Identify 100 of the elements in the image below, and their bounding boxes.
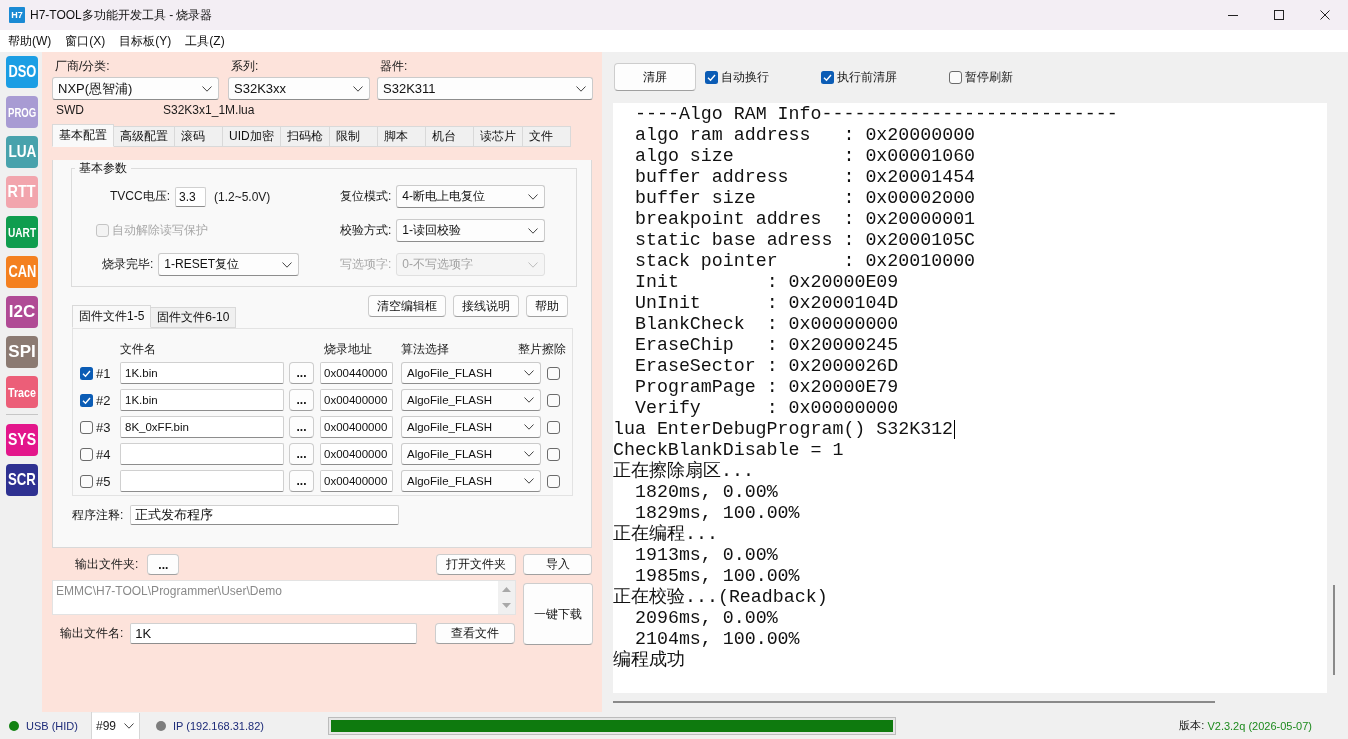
tab[interactable]: 限制 — [329, 126, 378, 147]
checkbox[interactable] — [821, 70, 834, 84]
voltage-field[interactable]: 3.3 — [175, 186, 206, 207]
tab[interactable]: 扫码枪 — [280, 126, 330, 147]
version-text: V2.3.2q (2026-05-07) — [1207, 719, 1312, 732]
checkbox[interactable] — [705, 70, 718, 84]
checkbox[interactable] — [547, 366, 560, 380]
checkbox[interactable] — [80, 393, 93, 407]
browse-button[interactable]: ... — [289, 362, 314, 384]
address-field[interactable]: 0x00400000 — [320, 389, 393, 411]
checkbox-label: 执行前清屏 — [837, 68, 897, 86]
console-line: static base adress : 0x2000105C — [635, 230, 976, 251]
scrollbar-thumb[interactable] — [613, 701, 1215, 703]
tab[interactable]: 文件 — [522, 126, 571, 147]
interface-label: SWD — [56, 102, 84, 118]
action-button[interactable]: 接线说明 — [453, 295, 519, 317]
view-file-button[interactable]: 查看文件 — [435, 622, 516, 644]
tab[interactable]: 基本配置 — [52, 124, 114, 147]
action-button[interactable]: 帮助 — [526, 295, 568, 317]
console-line: algo size : 0x00001060 — [635, 146, 976, 167]
browse-button[interactable]: ... — [289, 389, 314, 411]
action-button[interactable]: 清空编辑框 — [368, 295, 446, 317]
dropdown[interactable]: 1-读回校验 — [396, 219, 546, 242]
filename-field[interactable]: 1K — [130, 622, 418, 644]
console-line: 2096ms, 0.00% — [635, 608, 778, 629]
port-dropdown[interactable]: #99 — [92, 712, 140, 739]
browse-button[interactable]: ... — [289, 443, 314, 465]
comment-field[interactable]: 正式发布程序 — [130, 505, 400, 525]
checkbox[interactable] — [80, 366, 93, 380]
checkbox[interactable] — [80, 474, 93, 488]
dropdown[interactable]: AlgoFile_FLASH — [401, 362, 541, 384]
dropdown[interactable]: AlgoFile_FLASH — [401, 470, 541, 492]
menu-item[interactable]: 窗口(X) — [58, 32, 113, 50]
tab[interactable]: UID加密 — [223, 126, 281, 147]
checkbox[interactable] — [80, 447, 93, 461]
path-field[interactable]: EMMC\H7-TOOL\Programmer\User\Demo — [52, 580, 516, 615]
dropdown[interactable]: NXP(恩智浦) — [52, 77, 219, 100]
menu-item[interactable]: 目标板(Y) — [112, 32, 179, 50]
dropdown[interactable]: S32K3xx — [228, 77, 370, 100]
checkbox[interactable] — [80, 420, 93, 434]
ip-status: IP (192.168.31.82) — [173, 719, 264, 732]
maximize-icon — [1274, 10, 1284, 20]
column-header: 整片擦除 — [518, 341, 566, 357]
address-field[interactable]: 0x00400000 — [320, 416, 393, 438]
dropdown[interactable]: 4-断电上电复位 — [396, 185, 546, 208]
tab[interactable]: 高级配置 — [114, 126, 175, 147]
scrollbar-thumb[interactable] — [1333, 585, 1335, 675]
checkbox[interactable] — [547, 420, 560, 434]
dropdown[interactable]: S32K311 — [377, 77, 593, 100]
address-field[interactable]: 0x00440000 — [320, 362, 393, 384]
dropdown[interactable]: AlgoFile_FLASH — [401, 389, 541, 411]
open-folder-button[interactable]: 打开文件夹 — [436, 554, 516, 575]
dropdown[interactable]: 1-RESET复位 — [158, 253, 300, 276]
clear-screen-button[interactable]: 清屏 — [614, 63, 696, 91]
browse-button[interactable]: ... — [289, 416, 314, 438]
console-line: 正在编程... — [613, 524, 718, 545]
tool-button[interactable]: SCR — [6, 464, 38, 496]
filename-field[interactable] — [120, 470, 284, 492]
tool-button[interactable]: I2C — [6, 296, 38, 328]
minimize-icon — [1228, 14, 1238, 16]
menu-item[interactable]: 帮助(W) — [1, 32, 59, 50]
script-filename: S32K3x1_1M.lua — [163, 102, 255, 118]
import-button[interactable]: 导入 — [523, 554, 592, 575]
console-line: 1913ms, 0.00% — [635, 545, 778, 566]
console-line: 编程成功 — [613, 650, 685, 671]
chevron-down-icon — [124, 722, 134, 729]
tab[interactable]: 滚码 — [175, 126, 223, 147]
filename-field[interactable]: 1K.bin — [120, 362, 284, 384]
chevron-down-icon — [524, 478, 534, 484]
checkbox[interactable] — [547, 393, 560, 407]
chevron-down-icon — [528, 193, 539, 200]
menu-item[interactable]: 工具(Z) — [178, 32, 232, 50]
checkbox[interactable] — [547, 447, 560, 461]
tab[interactable]: 固件文件1-5 — [72, 305, 152, 328]
tab[interactable]: 固件文件6-10 — [151, 307, 237, 328]
dropdown[interactable]: AlgoFile_FLASH — [401, 416, 541, 438]
checkbox[interactable] — [547, 474, 560, 488]
column-header: 烧录地址 — [324, 341, 372, 357]
tab[interactable]: 脚本 — [377, 126, 426, 147]
range-hint: (1.2~5.0V) — [214, 189, 271, 204]
chevron-down-icon — [282, 261, 293, 268]
dropdown[interactable]: AlgoFile_FLASH — [401, 443, 541, 465]
checkbox[interactable] — [949, 70, 962, 84]
filename-field[interactable]: 8K_0xFF.bin — [120, 416, 284, 438]
tool-button[interactable]: SPI — [6, 336, 38, 368]
address-field[interactable]: 0x00400000 — [320, 470, 393, 492]
browse-button[interactable]: ... — [289, 470, 314, 492]
field-label: 复位模式: — [340, 188, 392, 205]
address-field[interactable]: 0x00400000 — [320, 443, 393, 465]
filename-field[interactable]: 1K.bin — [120, 389, 284, 411]
tab[interactable]: 读芯片 — [473, 126, 523, 147]
tool-button[interactable]: SYS — [6, 424, 38, 456]
chevron-down-icon — [576, 85, 586, 92]
chevron-down-icon — [528, 261, 539, 268]
filename-field[interactable] — [120, 443, 284, 465]
tool-button[interactable]: UART — [6, 216, 38, 248]
tab[interactable]: 机台 — [425, 126, 474, 147]
browse-button[interactable]: ... — [147, 554, 180, 575]
field-label: 程序注释: — [72, 506, 124, 524]
download-button[interactable]: 一键下载 — [523, 583, 593, 645]
